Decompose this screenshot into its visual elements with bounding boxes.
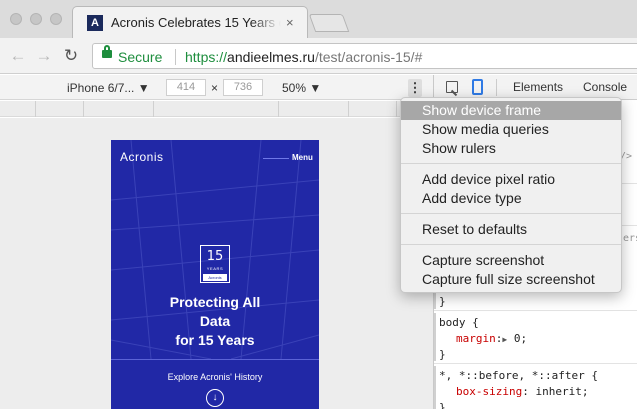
menu-item-reset-to-defaults[interactable]: Reset to defaults: [401, 220, 621, 239]
inspect-element-icon[interactable]: [446, 81, 458, 93]
explore-history-link[interactable]: Explore Acronis' History: [111, 372, 319, 382]
menu-line-icon: [263, 158, 289, 159]
url-path: /test/acronis-15/#: [314, 49, 423, 65]
dimension-separator: ×: [211, 81, 219, 95]
secure-label[interactable]: Secure: [118, 49, 162, 65]
emulated-page: Acronis Menu 15 YEARS Acronis Protecting…: [111, 140, 319, 409]
zoom-window-button[interactable]: [50, 13, 62, 25]
universal-selector[interactable]: *, *::before, *::after {: [439, 369, 598, 382]
device-select[interactable]: iPhone 6/7... ▼: [67, 81, 150, 95]
close-tab-icon[interactable]: ×: [286, 15, 294, 30]
lock-icon[interactable]: [102, 45, 112, 58]
height-input[interactable]: 736: [223, 79, 263, 96]
browser-tab[interactable]: A Acronis Celebrates 15 Years of Data Pr…: [72, 6, 308, 38]
width-input[interactable]: 414: [166, 79, 206, 96]
device-options-menu: Show device frame Show media queries Sho…: [400, 97, 622, 293]
device-toolbar-toggle-icon[interactable]: [472, 79, 483, 95]
url-protocol: https://: [185, 49, 228, 65]
style-rule-marker: [434, 313, 436, 361]
css-rule-close: }: [439, 348, 446, 361]
css-rule-close: }: [439, 295, 446, 308]
back-icon[interactable]: ←: [8, 46, 28, 66]
devtools-divider: [434, 363, 637, 364]
expand-triangle-icon[interactable]: ▶: [502, 335, 507, 344]
menu-button[interactable]: Menu: [292, 153, 313, 162]
ruler-segment[interactable]: [36, 101, 84, 117]
url-host: andieelmes.ru: [227, 49, 315, 65]
ruler-segment[interactable]: [349, 101, 397, 117]
minimize-window-button[interactable]: [30, 13, 42, 25]
menu-item-add-device-type[interactable]: Add device type: [401, 189, 621, 208]
menu-item-add-device-pixel-ratio[interactable]: Add device pixel ratio: [401, 170, 621, 189]
scroll-down-icon[interactable]: ↓: [206, 389, 224, 407]
menu-separator: [401, 244, 621, 245]
acronis-logo[interactable]: Acronis: [120, 150, 164, 164]
badge-years: YEARS: [206, 266, 224, 271]
ruler-segment[interactable]: [84, 101, 154, 117]
more-options-icon[interactable]: ⋮: [408, 79, 422, 97]
box-sizing-declaration[interactable]: box-sizing: inherit;: [456, 385, 588, 398]
box-sizing-property: box-sizing: [456, 385, 523, 398]
reload-icon[interactable]: ↻: [61, 46, 81, 66]
tab-elements[interactable]: Elements: [513, 80, 563, 94]
device-toolbar: iPhone 6/7... ▼ 414 × 736 50% ▼ ⋮: [0, 75, 433, 100]
badge-number: 15: [206, 249, 224, 264]
tab-console[interactable]: Console: [583, 80, 627, 94]
menu-item-show-device-frame[interactable]: Show device frame: [401, 101, 621, 120]
menu-item-show-rulers[interactable]: Show rulers: [401, 139, 621, 158]
ruler-segment[interactable]: [279, 101, 349, 117]
url-text[interactable]: https://andieelmes.ru/test/acronis-15/#: [185, 49, 422, 65]
headline-line-1: Protecting All: [169, 294, 261, 310]
fifteen-years-badge: 15 YEARS Acronis: [200, 245, 230, 283]
devtools-divider: [434, 310, 637, 311]
menu-separator: [401, 163, 621, 164]
devtools-tab-divider: [496, 79, 497, 96]
address-bar[interactable]: Secure https://andieelmes.ru/test/acroni…: [92, 43, 637, 69]
tab-title: Acronis Celebrates 15 Years of Data Prot…: [111, 15, 281, 30]
menu-item-show-media-queries[interactable]: Show media queries: [401, 120, 621, 139]
css-rule-close: }: [439, 401, 446, 409]
ruler-segment[interactable]: [154, 101, 279, 117]
tab-strip: A Acronis Celebrates 15 Years of Data Pr…: [0, 0, 637, 38]
media-query-bar: [0, 101, 433, 117]
headline-line-3: for 15 Years: [175, 332, 255, 348]
new-tab-button[interactable]: [308, 14, 350, 32]
browser-toolbar: ← → ↻ Secure https://andieelmes.ru/test/…: [0, 38, 637, 74]
headline: Protecting All Data for 15 Years: [111, 293, 319, 350]
box-sizing-value[interactable]: inherit;: [535, 385, 588, 398]
badge-brand: Acronis: [203, 274, 227, 281]
ruler-segment[interactable]: [0, 101, 36, 117]
forward-icon[interactable]: →: [34, 46, 54, 66]
zoom-select[interactable]: 50% ▼: [282, 81, 321, 95]
headline-line-2: Data: [199, 313, 231, 329]
menu-separator: [401, 213, 621, 214]
page-divider: [111, 359, 319, 360]
acronis-favicon-icon: A: [87, 15, 103, 31]
margin-declaration[interactable]: margin:▶ 0;: [456, 332, 527, 345]
margin-property: margin: [456, 332, 496, 345]
close-window-button[interactable]: [10, 13, 22, 25]
menu-item-capture-screenshot[interactable]: Capture screenshot: [401, 251, 621, 270]
margin-value[interactable]: 0;: [514, 332, 527, 345]
omnibox-divider: [175, 49, 176, 65]
menu-item-capture-full-size-screenshot[interactable]: Capture full size screenshot: [401, 270, 621, 289]
style-rule-marker: [434, 366, 436, 409]
body-selector[interactable]: body {: [439, 316, 479, 329]
styles-tab-fragment[interactable]: ers: [623, 233, 637, 244]
